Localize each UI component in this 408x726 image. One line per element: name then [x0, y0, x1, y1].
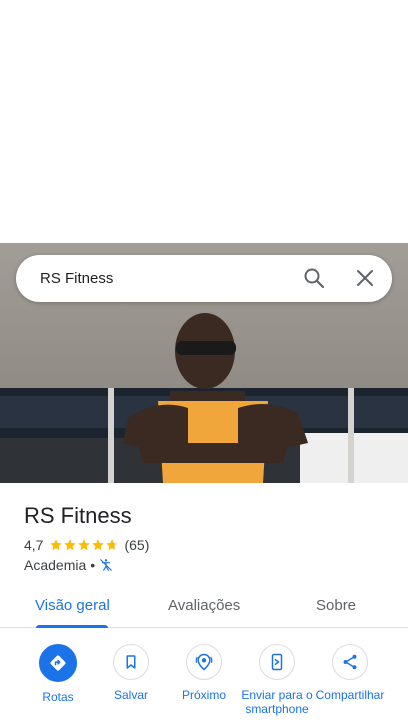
search-bar[interactable]: RS Fitness: [16, 255, 392, 302]
tab-about[interactable]: Sobre: [316, 597, 356, 614]
save-button[interactable]: Salvar: [94, 644, 168, 702]
rating-stars: [49, 538, 119, 552]
category-row: Academia •: [24, 557, 113, 573]
star-icon: [50, 539, 63, 551]
nearby-icon: [186, 644, 222, 680]
directions-icon: [39, 644, 77, 682]
save-label: Salvar: [113, 688, 148, 702]
category-label: Academia: [24, 557, 87, 573]
star-icon: [106, 539, 119, 551]
active-tab-indicator: [36, 625, 108, 628]
nearby-label: Próximo: [181, 688, 226, 702]
send-to-phone-icon: [259, 644, 295, 680]
close-icon[interactable]: [353, 266, 377, 290]
tab-overview[interactable]: Visão geral: [35, 597, 110, 614]
tab-bar: Visão geral Avaliações Sobre: [0, 587, 408, 628]
share-button[interactable]: Compartilhar: [313, 644, 387, 702]
photo-pillar: [108, 388, 114, 483]
search-input[interactable]: RS Fitness: [40, 270, 113, 287]
send-to-phone-label: Enviar para o smartphone: [241, 688, 313, 716]
bookmark-icon: [113, 644, 149, 680]
nearby-button[interactable]: Próximo: [167, 644, 241, 702]
rating-row[interactable]: 4,7 (65): [24, 537, 149, 553]
rating-value: 4,7: [24, 537, 44, 553]
separator: •: [90, 557, 96, 573]
search-icon[interactable]: [302, 266, 326, 290]
place-title: RS Fitness: [24, 503, 132, 528]
photo-window: [300, 433, 408, 483]
photo-pillar: [348, 388, 354, 483]
directions-label: Rotas: [42, 690, 74, 704]
directions-button[interactable]: Rotas: [21, 644, 95, 704]
star-icon: [78, 539, 91, 551]
place-panel: RS Fitness 4,7 (65) Academia • Visão ger…: [0, 483, 408, 726]
star-icon: [64, 539, 77, 551]
tab-reviews[interactable]: Avaliações: [168, 597, 240, 614]
star-icon: [92, 539, 105, 551]
accessibility-off-icon: [100, 559, 113, 571]
send-to-phone-button[interactable]: Enviar para o smartphone: [240, 644, 314, 716]
share-icon: [332, 644, 368, 680]
share-label: Compartilhar: [315, 688, 385, 702]
person-figure: [123, 313, 308, 483]
reviews-count: (65): [124, 537, 150, 553]
